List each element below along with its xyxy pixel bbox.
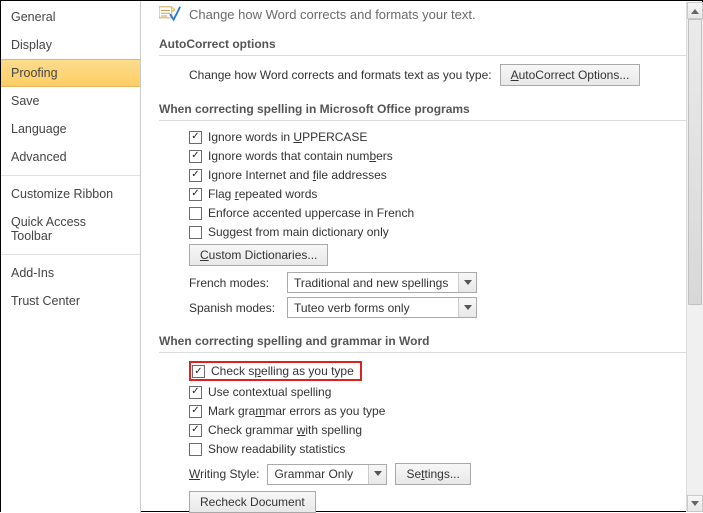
label-check-grammar-spelling: Check grammar with spelling — [208, 422, 362, 438]
autocorrect-desc: Change how Word corrects and formats tex… — [189, 68, 492, 82]
label-main-dictionary: Suggest from main dictionary only — [208, 224, 389, 240]
highlighted-option: ✓ Check spelling as you type — [189, 361, 362, 381]
checkbox-check-grammar-spelling[interactable]: ✓ — [189, 424, 202, 437]
vertical-scrollbar[interactable] — [686, 2, 703, 512]
checkbox-enforce-french[interactable] — [189, 207, 202, 220]
writing-style-label: Writing Style: — [189, 467, 259, 481]
spanish-modes-label: Spanish modes: — [189, 301, 279, 315]
french-modes-select[interactable]: Traditional and new spellings — [287, 272, 477, 293]
sidebar-separator — [1, 175, 140, 176]
scroll-up-button[interactable] — [687, 2, 703, 19]
checkbox-main-dictionary[interactable] — [189, 226, 202, 239]
label-ignore-internet: Ignore Internet and file addresses — [208, 167, 387, 183]
label-enforce-french: Enforce accented uppercase in French — [208, 205, 414, 221]
chevron-down-icon — [458, 298, 476, 317]
checkbox-ignore-numbers[interactable]: ✓ — [189, 150, 202, 163]
label-flag-repeated: Flag repeated words — [208, 186, 317, 202]
checkbox-ignore-uppercase[interactable]: ✓ — [189, 131, 202, 144]
sidebar-item-add-ins[interactable]: Add-Ins — [1, 259, 140, 287]
scroll-thumb[interactable] — [688, 19, 702, 305]
proofing-options-panel: Change how Word corrects and formats you… — [141, 1, 703, 513]
french-modes-label: French modes: — [189, 276, 279, 290]
label-mark-grammar: Mark grammar errors as you type — [208, 403, 385, 419]
checkbox-check-spelling[interactable]: ✓ — [192, 365, 205, 378]
spanish-modes-value: Tuteo verb forms only — [288, 301, 458, 315]
sidebar-item-proofing[interactable]: Proofing — [1, 59, 140, 87]
label-ignore-uppercase: Ignore words in UPPERCASE — [208, 129, 367, 145]
label-ignore-numbers: Ignore words that contain numbers — [208, 148, 393, 164]
scroll-down-button[interactable] — [687, 495, 703, 512]
checkbox-ignore-internet[interactable]: ✓ — [189, 169, 202, 182]
label-readability: Show readability statistics — [208, 441, 345, 457]
sidebar-item-customize-ribbon[interactable]: Customize Ribbon — [1, 180, 140, 208]
chevron-down-icon — [368, 465, 386, 484]
settings-button[interactable]: Settings... — [395, 463, 470, 485]
section-title-spell-word: When correcting spelling and grammar in … — [159, 328, 686, 353]
sidebar-item-quick-access-toolbar[interactable]: Quick Access Toolbar — [1, 208, 140, 250]
sidebar-item-trust-center[interactable]: Trust Center — [1, 287, 140, 315]
section-title-autocorrect: AutoCorrect options — [159, 31, 686, 56]
checkbox-flag-repeated[interactable]: ✓ — [189, 188, 202, 201]
proofing-header-icon — [159, 5, 181, 23]
french-modes-value: Traditional and new spellings — [288, 276, 458, 290]
writing-style-value: Grammar Only — [268, 467, 368, 481]
section-title-spell-office: When correcting spelling in Microsoft Of… — [159, 96, 686, 121]
writing-style-select[interactable]: Grammar Only — [267, 464, 387, 485]
sidebar-item-language[interactable]: Language — [1, 115, 140, 143]
scroll-track[interactable] — [687, 19, 703, 495]
sidebar-item-display[interactable]: Display — [1, 31, 140, 59]
options-category-sidebar: General Display Proofing Save Language A… — [1, 1, 141, 513]
spanish-modes-select[interactable]: Tuteo verb forms only — [287, 297, 477, 318]
chevron-down-icon — [458, 273, 476, 292]
sidebar-item-save[interactable]: Save — [1, 87, 140, 115]
proofing-header-text: Change how Word corrects and formats you… — [189, 7, 476, 22]
checkbox-mark-grammar[interactable]: ✓ — [189, 405, 202, 418]
sidebar-item-general[interactable]: General — [1, 3, 140, 31]
checkbox-readability[interactable] — [189, 443, 202, 456]
label-contextual-spelling: Use contextual spelling — [208, 384, 331, 400]
sidebar-item-advanced[interactable]: Advanced — [1, 143, 140, 171]
custom-dictionaries-button[interactable]: Custom Dictionaries... — [189, 244, 328, 266]
checkbox-contextual-spelling[interactable]: ✓ — [189, 386, 202, 399]
label-check-spelling: Check spelling as you type — [211, 364, 354, 378]
sidebar-separator — [1, 254, 140, 255]
autocorrect-options-button[interactable]: AutoCorrect Options... — [500, 64, 641, 86]
recheck-document-button[interactable]: Recheck Document — [189, 491, 316, 513]
